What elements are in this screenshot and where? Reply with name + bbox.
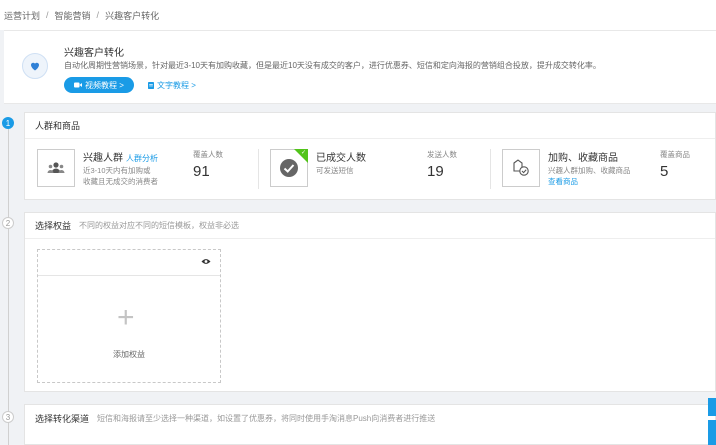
add-benefit-card[interactable]: + 添加权益 (37, 249, 221, 383)
crowd-description: 近3-10天内有加购或 收藏且无成交的消费者 (83, 165, 158, 187)
crowd-coverage-value: 91 (193, 163, 210, 180)
plus-icon[interactable]: + (117, 303, 135, 333)
video-tutorial-label: 视频教程 > (85, 80, 124, 90)
card-toolbar (38, 250, 220, 276)
crowd-coverage-label: 覆盖人数 (193, 150, 223, 159)
goods-coverage-value: 5 (660, 163, 669, 180)
float-button[interactable] (708, 398, 716, 416)
panel-subtitle: 短信和海报请至少选择一种渠道，如设置了优惠券，将同时使用手淘消息Push向消费者… (97, 413, 436, 423)
document-icon (148, 81, 154, 89)
panel-subtitle: 不同的权益对应不同的短信模板，权益非必选 (79, 221, 240, 230)
deal-title: 已成交人数 (316, 153, 366, 164)
panel-title: 选择转化渠道 (35, 413, 90, 424)
page-title: 兴趣客户转化 (64, 48, 124, 59)
text-tutorial-link[interactable]: 文字教程 > (148, 77, 196, 93)
breadcrumb-item-current: 兴趣客户转化 (105, 10, 160, 21)
panel-title: 人群和商品 (35, 121, 81, 131)
step-indicator-1: 1 (2, 117, 14, 129)
check-icon: ✓ (300, 150, 306, 156)
goods-coverage-label: 覆盖商品 (660, 150, 690, 159)
breadcrumb: 运营计划 / 智能营销 / 兴趣客户转化 (0, 0, 716, 30)
deal-send-value: 19 (427, 163, 444, 180)
benefit-panel: 选择权益 不同的权益对应不同的短信模板，权益非必选 + 添加权益 (24, 212, 716, 392)
view-goods-link[interactable]: 查看商品 (548, 176, 578, 187)
float-button[interactable] (708, 420, 716, 445)
goods-description: 兴趣人群加购、收藏商品 (548, 166, 631, 175)
timeline-line (8, 128, 9, 445)
group-icon (47, 162, 65, 173)
breadcrumb-item-plan[interactable]: 运营计划 (4, 9, 40, 22)
panel-header: 选择转化渠道 短信和海报请至少选择一种渠道，如设置了优惠券，将同时使用手淘消息P… (25, 405, 715, 431)
panel-header: 人群和商品 (25, 113, 715, 139)
breadcrumb-separator: / (46, 10, 49, 20)
intro-banner: 兴趣客户转化 自动化周期性营销场景，针对最近3-10天有加购收藏，但是最近10天… (4, 30, 716, 104)
goods-icon (513, 159, 529, 176)
step-indicator-2: 2 (2, 217, 14, 229)
divider (490, 149, 491, 189)
deal-send-label: 发送人数 (427, 150, 457, 159)
intro-description: 自动化周期性营销场景，针对最近3-10天有加购收藏，但是最近10天没有成交的客户… (64, 61, 601, 70)
crowd-desc-line: 近3-10天内有加购或 (83, 166, 151, 175)
channel-panel: 选择转化渠道 短信和海报请至少选择一种渠道，如设置了优惠券，将同时使用手淘消息P… (24, 404, 716, 445)
add-benefit-label: 添加权益 (113, 350, 145, 359)
crowd-analysis-link[interactable]: 人群分析 (126, 154, 158, 163)
panel-title: 选择权益 (35, 221, 72, 231)
step-indicator-3: 3 (2, 411, 14, 423)
crowd-title: 兴趣人群 (83, 153, 123, 164)
goods-title: 加购、收藏商品 (548, 153, 618, 164)
heart-icon (22, 53, 48, 79)
eye-icon[interactable] (201, 258, 211, 265)
video-tutorial-button[interactable]: 视频教程 > (64, 77, 134, 93)
deal-description: 可发送短信 (316, 166, 354, 175)
video-icon (74, 82, 82, 88)
text-tutorial-label: 文字教程 > (157, 80, 196, 90)
goods-tile (502, 149, 540, 187)
crowd-goods-panel: 人群和商品 兴趣人群 人群分析 近3-10天内有加购或 收藏且无成交的消费者 覆盖… (24, 112, 716, 200)
divider (258, 149, 259, 189)
breadcrumb-separator: / (96, 10, 100, 20)
deal-tile: ✓ (270, 149, 308, 187)
crowd-tile (37, 149, 75, 187)
crowd-desc-line: 收藏且无成交的消费者 (83, 177, 158, 186)
breadcrumb-item-marketing[interactable]: 智能营销 (55, 9, 91, 22)
panel-header: 选择权益 不同的权益对应不同的短信模板，权益非必选 (25, 213, 715, 239)
crowd-title-row: 兴趣人群 人群分析 (83, 149, 158, 164)
